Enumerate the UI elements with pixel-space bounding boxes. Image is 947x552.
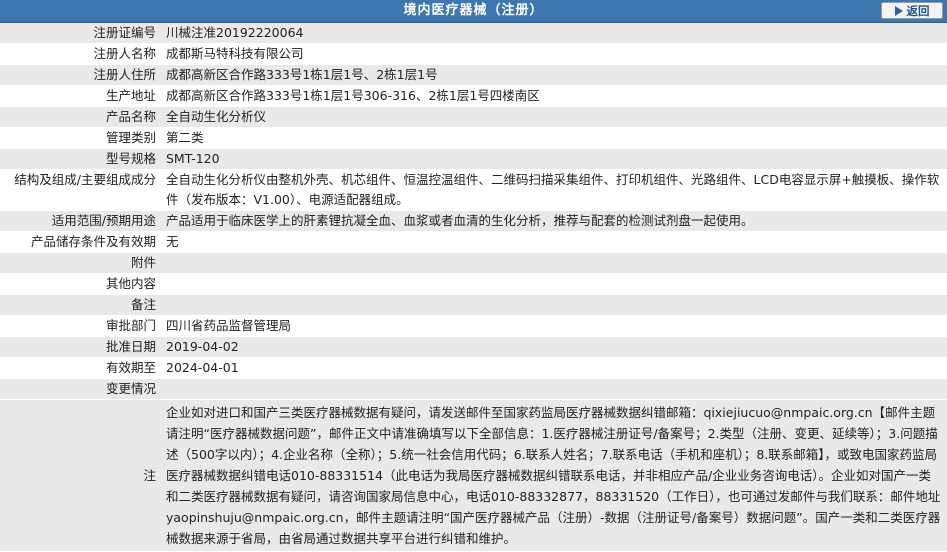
table-row: 注册人名称 成都斯马特科技有限公司 xyxy=(0,43,947,65)
field-label: 其他内容 xyxy=(0,273,160,295)
table-row: 有效期至 2024-04-01 xyxy=(0,357,947,379)
page-header: 境内医疗器械（注册） 返回 xyxy=(0,0,947,23)
note-label: 注 xyxy=(0,399,160,552)
table-row: 型号规格 SMT-120 xyxy=(0,148,947,170)
field-value: 成都高新区合作路333号1栋1层1号、2栋1层1号 xyxy=(160,64,947,86)
table-row: 管理类别 第二类 xyxy=(0,127,947,149)
field-value: 四川省药品监督管理局 xyxy=(160,315,947,337)
table-row-note: 注 企业如对进口和国产三类医疗器械数据有疑问，请发送邮件至国家药监局医疗器械数据… xyxy=(0,399,947,552)
table-row: 其他内容 xyxy=(0,273,947,295)
field-label: 结构及组成/主要组成成分 xyxy=(0,169,160,211)
table-row: 适用范围/预期用途 产品适用于临床医学上的肝素锂抗凝全血、血浆或者血清的生化分析… xyxy=(0,210,947,232)
field-value: 成都斯马特科技有限公司 xyxy=(160,43,947,65)
field-value: 全自动生化分析仪由整机外壳、机芯组件、恒温控温组件、二维码扫描采集组件、打印机组… xyxy=(160,169,947,211)
field-label: 适用范围/预期用途 xyxy=(0,210,160,232)
back-button-label: 返回 xyxy=(906,3,930,18)
field-value: SMT-120 xyxy=(160,148,947,170)
field-label: 生产地址 xyxy=(0,85,160,107)
field-label: 产品名称 xyxy=(0,106,160,128)
field-value: 产品适用于临床医学上的肝素锂抗凝全血、血浆或者血清的生化分析，推荐与配套的检测试… xyxy=(160,210,947,232)
field-label: 注册人名称 xyxy=(0,43,160,65)
table-row: 附件 xyxy=(0,252,947,274)
page-title: 境内医疗器械（注册） xyxy=(403,3,544,18)
table-row: 结构及组成/主要组成成分 全自动生化分析仪由整机外壳、机芯组件、恒温控温组件、二… xyxy=(0,169,947,211)
field-label: 附件 xyxy=(0,252,160,274)
field-label: 管理类别 xyxy=(0,127,160,149)
table-row: 注册证编号 川械注准20192220064 xyxy=(0,23,947,44)
field-value: 第二类 xyxy=(160,127,947,149)
field-label: 批准日期 xyxy=(0,336,160,358)
table-row: 产品储存条件及有效期 无 xyxy=(0,231,947,253)
field-value: 成都高新区合作路333号1栋1层1号306-316、2栋1层1号四楼南区 xyxy=(160,85,947,107)
field-label: 审批部门 xyxy=(0,315,160,337)
field-label: 有效期至 xyxy=(0,357,160,379)
table-row: 变更情况 xyxy=(0,378,947,400)
table-row: 注册人住所 成都高新区合作路333号1栋1层1号、2栋1层1号 xyxy=(0,64,947,86)
table-row: 产品名称 全自动生化分析仪 xyxy=(0,106,947,128)
field-label: 备注 xyxy=(0,294,160,316)
field-value xyxy=(160,273,947,295)
note-text: 企业如对进口和国产三类医疗器械数据有疑问，请发送邮件至国家药监局医疗器械数据纠错… xyxy=(160,399,947,552)
field-label: 注册证编号 xyxy=(0,23,160,44)
arrow-right-icon xyxy=(894,5,903,16)
field-value: 2024-04-01 xyxy=(160,357,947,379)
detail-table: 注册证编号 川械注准20192220064 注册人名称 成都斯马特科技有限公司 … xyxy=(0,23,947,552)
field-label: 注册人住所 xyxy=(0,64,160,86)
field-value: 无 xyxy=(160,231,947,253)
field-value: 川械注准20192220064 xyxy=(160,23,947,44)
field-value xyxy=(160,294,947,316)
table-row: 批准日期 2019-04-02 xyxy=(0,336,947,358)
field-value xyxy=(160,252,947,274)
field-value: 全自动生化分析仪 xyxy=(160,106,947,128)
back-button[interactable]: 返回 xyxy=(881,2,943,19)
field-value xyxy=(160,378,947,400)
field-label: 产品储存条件及有效期 xyxy=(0,231,160,253)
field-value: 2019-04-02 xyxy=(160,336,947,358)
table-row: 备注 xyxy=(0,294,947,316)
field-label: 变更情况 xyxy=(0,378,160,400)
field-label: 型号规格 xyxy=(0,148,160,170)
table-row: 生产地址 成都高新区合作路333号1栋1层1号306-316、2栋1层1号四楼南… xyxy=(0,85,947,107)
table-row: 审批部门 四川省药品监督管理局 xyxy=(0,315,947,337)
